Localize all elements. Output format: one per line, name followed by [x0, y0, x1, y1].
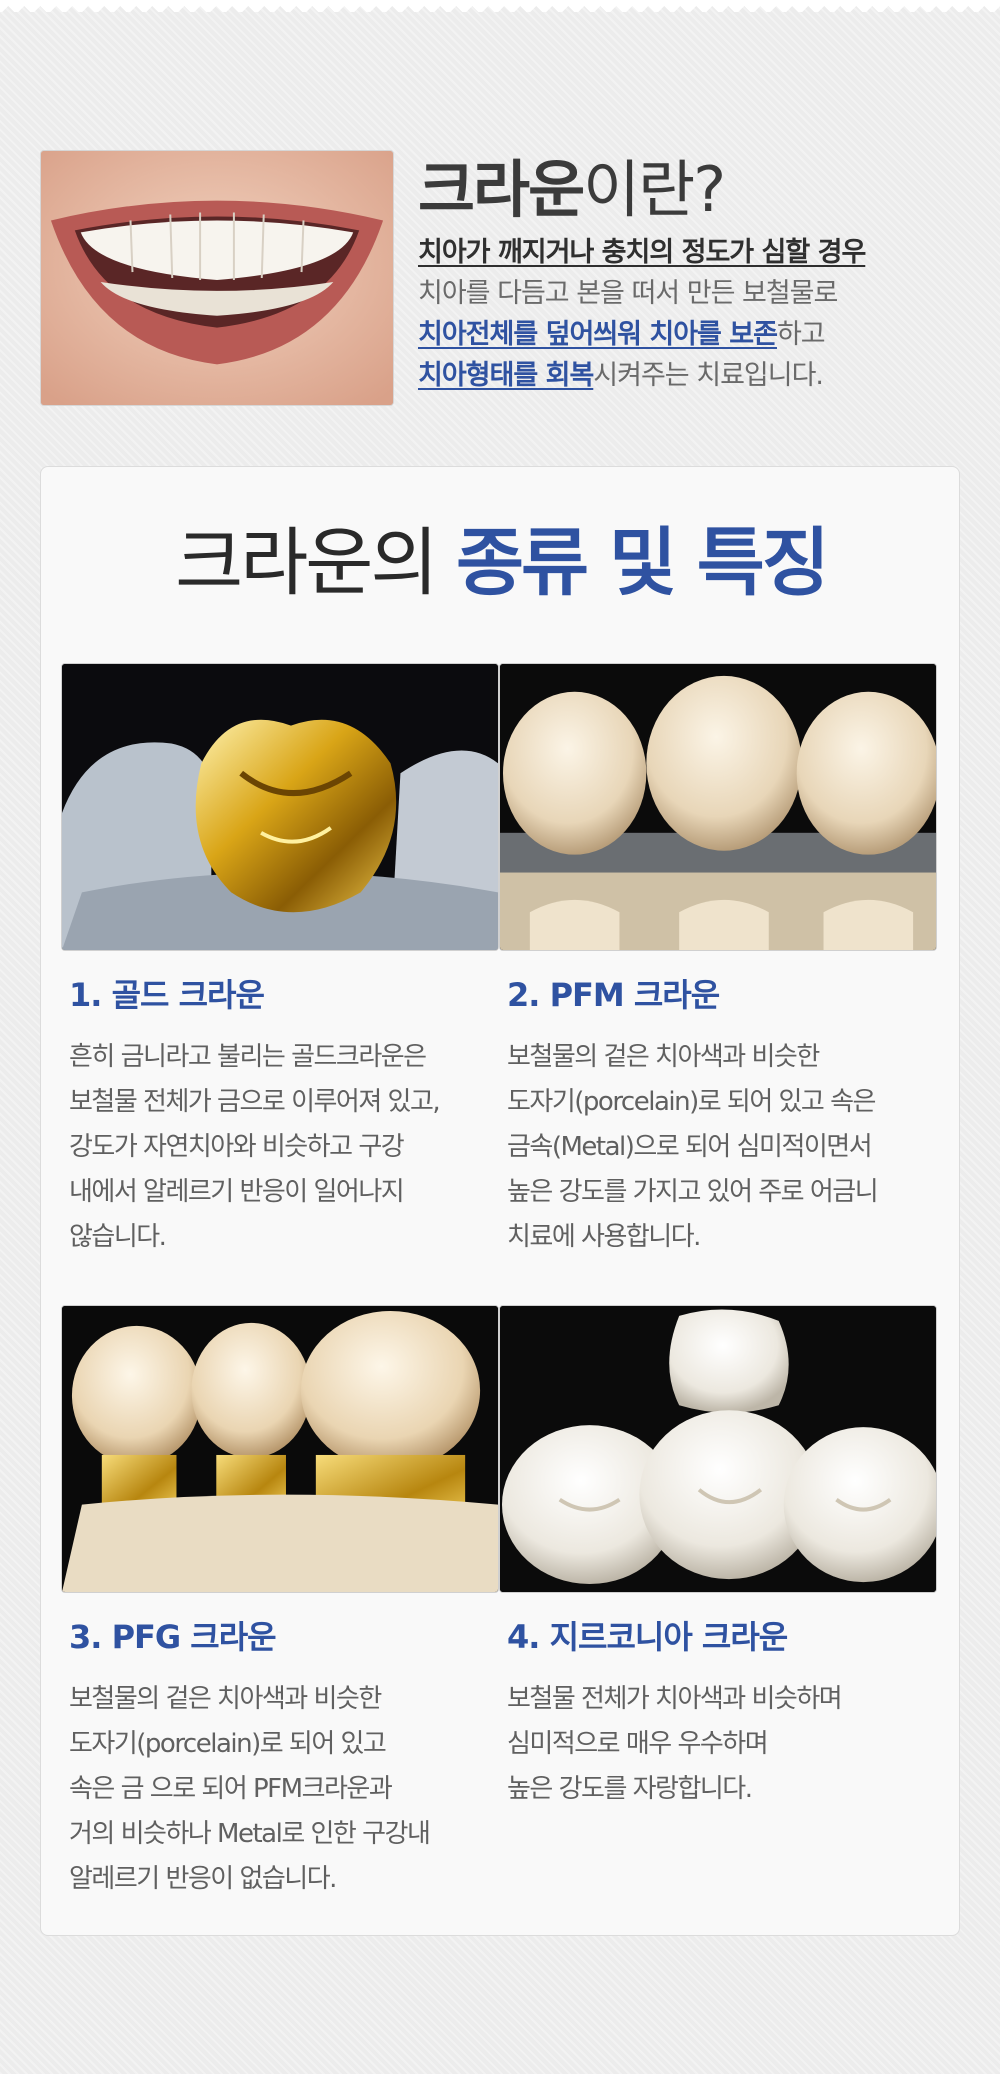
intro-line-1: 치아가 깨지거나 충치의 정도가 심할 경우 [418, 237, 866, 268]
description-line: 금속(Metal)으로 되어 심미적이면서 [507, 1132, 873, 1162]
crown-item-description: 보철물의 겉은 치아색과 비슷한 도자기(porcelain)로 되어 있고 속… [499, 1035, 937, 1260]
description-line: 보철물 전체가 치아색과 비슷하며 [507, 1684, 843, 1714]
description-line: 알레르기 반응이 없습니다. [69, 1864, 337, 1894]
section-title-accent: 종류 및 특징 [455, 520, 830, 606]
zirconia-crown-photo [499, 1305, 937, 1593]
description-line: 내에서 알레르기 반응이 일어나지 [69, 1177, 405, 1207]
description-line: 강도가 자연치아와 비슷하고 구강 [69, 1132, 405, 1162]
crown-item-description: 흔히 금니라고 불리는 골드크라운은 보철물 전체가 금으로 이루어져 있고, … [61, 1035, 499, 1260]
intro-text: 크라운이란? 치아가 깨지거나 충치의 정도가 심할 경우 치아를 다듬고 본을… [418, 148, 978, 396]
intro-title: 크라운이란? [418, 148, 978, 232]
description-line: 보철물 전체가 금으로 이루어져 있고, [69, 1087, 441, 1117]
crown-item-heading: 3. PFG 크라운 [69, 1618, 277, 1656]
crown-item-pfm: 2. PFM 크라운 보철물의 겉은 치아색과 비슷한 도자기(porcelai… [499, 663, 937, 1260]
description-line: 않습니다. [69, 1222, 167, 1252]
description-line: 도자기(porcelain)로 되어 있고 속은 [507, 1087, 876, 1117]
crown-item-pfg: 3. PFG 크라운 보철물의 겉은 치아색과 비슷한 도자기(porcelai… [61, 1305, 499, 1902]
description-line: 높은 강도를 자랑합니다. [507, 1774, 753, 1804]
crown-item-gold: 1. 골드 크라운 흔히 금니라고 불리는 골드크라운은 보철물 전체가 금으로… [61, 663, 499, 1260]
section-title: 크라운의 종류 및 특징 [41, 515, 961, 611]
description-line: 거의 비슷하나 Metal로 인한 구강내 [69, 1819, 431, 1849]
crown-item-heading: 1. 골드 크라운 [69, 976, 265, 1014]
intro-line-2: 치아를 다듬고 본을 떠서 만든 보철물로 [418, 278, 838, 309]
crown-item-description: 보철물의 겉은 치아색과 비슷한 도자기(porcelain)로 되어 있고 속… [61, 1677, 499, 1902]
description-line: 심미적으로 매우 우수하며 [507, 1729, 769, 1759]
intro-line-3: 치아전체를 덮어씌워 치아를 보존하고 [418, 314, 978, 355]
crown-item-heading: 2. PFM 크라운 [507, 976, 720, 1014]
intro-title-rest: 이란? [583, 153, 726, 226]
crown-item-zirconia: 4. 지르코니아 크라운 보철물 전체가 치아색과 비슷하며 심미적으로 매우 … [499, 1305, 937, 1812]
section-title-plain: 크라운의 [175, 520, 456, 606]
smile-photo [40, 150, 394, 406]
intro-line-3-highlight: 치아전체를 덮어씌워 치아를 보존 [418, 319, 778, 350]
pfm-crown-photo [499, 663, 937, 951]
top-zigzag-border [0, 0, 1000, 12]
description-line: 흔히 금니라고 불리는 골드크라운은 [69, 1042, 427, 1072]
pfg-crown-photo [61, 1305, 499, 1593]
intro-title-strong: 크라운 [418, 153, 585, 226]
intro-line-4: 치아형태를 회복시켜주는 치료입니다. [418, 355, 978, 396]
intro-line-4-highlight: 치아형태를 회복 [418, 360, 594, 391]
gold-crown-photo [61, 663, 499, 951]
intro-line-4-rest: 시켜주는 치료입니다. [593, 360, 824, 391]
description-line: 보철물의 겉은 치아색과 비슷한 [69, 1684, 382, 1714]
intro-section: 크라운이란? 치아가 깨지거나 충치의 정도가 심할 경우 치아를 다듬고 본을… [40, 148, 960, 408]
description-line: 보철물의 겉은 치아색과 비슷한 [507, 1042, 820, 1072]
crown-types-card: 크라운의 종류 및 특징 1. 골드 크라운 흔히 금니라고 불리는 골드크라운… [40, 466, 960, 1936]
intro-line-3-rest: 하고 [776, 319, 826, 350]
description-line: 속은 금 으로 되어 PFM크라운과 [69, 1774, 393, 1804]
description-line: 치료에 사용합니다. [507, 1222, 701, 1252]
crown-item-description: 보철물 전체가 치아색과 비슷하며 심미적으로 매우 우수하며 높은 강도를 자… [499, 1677, 937, 1812]
description-line: 도자기(porcelain)로 되어 있고 [69, 1729, 387, 1759]
description-line: 높은 강도를 가지고 있어 주로 어금니 [507, 1177, 879, 1207]
crown-item-heading: 4. 지르코니아 크라운 [507, 1618, 788, 1656]
